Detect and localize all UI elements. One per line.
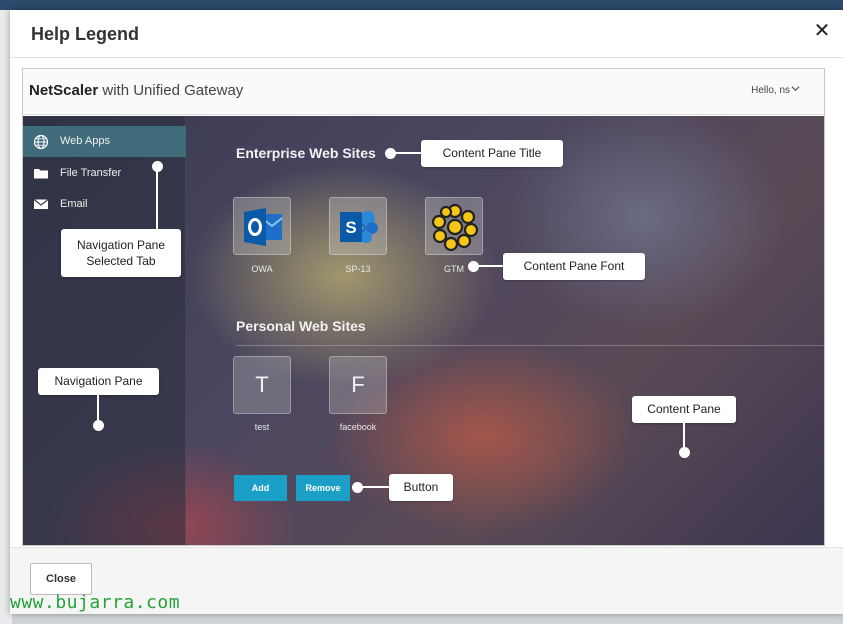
close-button[interactable]: Close	[30, 563, 92, 595]
app-tile-owa[interactable]	[233, 197, 291, 255]
envelope-icon	[33, 197, 49, 211]
app-label-test: test	[254, 422, 270, 432]
app-label-owa: OWA	[251, 264, 273, 274]
brand-title: NetScaler with Unified Gateway	[29, 82, 243, 99]
folder-icon	[33, 166, 49, 180]
callout-line	[683, 423, 685, 448]
outlook-icon	[240, 204, 286, 255]
callout-content-pane-font: Content Pane Font	[503, 253, 645, 280]
sharepoint-icon: S	[336, 204, 382, 255]
dialog-title: Help Legend	[31, 24, 140, 44]
nav-item-web-apps[interactable]: Web Apps	[23, 126, 186, 157]
callout-content-pane-title: Content Pane Title	[421, 140, 563, 167]
personal-section-title: Personal Web Sites	[236, 318, 366, 334]
app-label-sp13: SP-13	[345, 264, 371, 274]
app-tile-test[interactable]: T	[233, 356, 291, 414]
brand-rest: with Unified Gateway	[98, 82, 244, 99]
callout-line	[97, 395, 99, 421]
brand-bold: NetScaler	[29, 82, 99, 99]
app-tile-gtm[interactable]	[425, 197, 483, 255]
section-divider	[236, 345, 824, 346]
nav-item-label: Email	[60, 198, 88, 210]
remove-button[interactable]: Remove	[296, 475, 350, 501]
callout-line	[474, 265, 503, 267]
enterprise-section-title: Enterprise Web Sites	[236, 145, 376, 161]
callout-line	[391, 152, 421, 154]
app-label-facebook: facebook	[339, 422, 377, 432]
flower-icon	[430, 202, 480, 257]
callout-navigation-selected-tab: Navigation Pane Selected Tab	[61, 229, 181, 277]
callout-line-1: Navigation Pane	[76, 238, 166, 252]
add-button[interactable]: Add	[234, 475, 287, 501]
callout-dot	[93, 420, 104, 431]
callout-dot	[679, 447, 690, 458]
help-legend-dialog: Help Legend ✕ NetScaler with Unified Gat…	[10, 10, 843, 614]
watermark-text: www.bujarra.com	[10, 592, 181, 613]
dialog-header: Help Legend ✕	[10, 10, 843, 58]
callout-navigation-pane: Navigation Pane	[38, 368, 159, 395]
nav-item-email[interactable]: Email	[23, 189, 186, 220]
globe-icon	[33, 134, 49, 150]
callout-content-pane: Content Pane	[632, 396, 736, 423]
svg-text:S: S	[345, 218, 356, 237]
background-top-bar	[0, 0, 843, 10]
chevron-down-icon[interactable]	[791, 84, 800, 96]
navigation-pane: Web Apps File Transfer Email	[23, 116, 186, 545]
nav-item-label: Web Apps	[60, 135, 110, 147]
user-menu[interactable]: Hello, ns	[751, 85, 790, 96]
callout-line	[156, 167, 158, 229]
app-tile-facebook[interactable]: F	[329, 356, 387, 414]
callout-line	[358, 486, 389, 488]
app-tile-sp13[interactable]: S	[329, 197, 387, 255]
close-icon[interactable]: ✕	[811, 20, 833, 42]
nav-item-label: File Transfer	[60, 167, 122, 179]
preview-header: NetScaler with Unified Gateway Hello, ns	[23, 69, 824, 115]
callout-button: Button	[389, 474, 453, 501]
callout-line-2: Selected Tab	[86, 254, 156, 268]
